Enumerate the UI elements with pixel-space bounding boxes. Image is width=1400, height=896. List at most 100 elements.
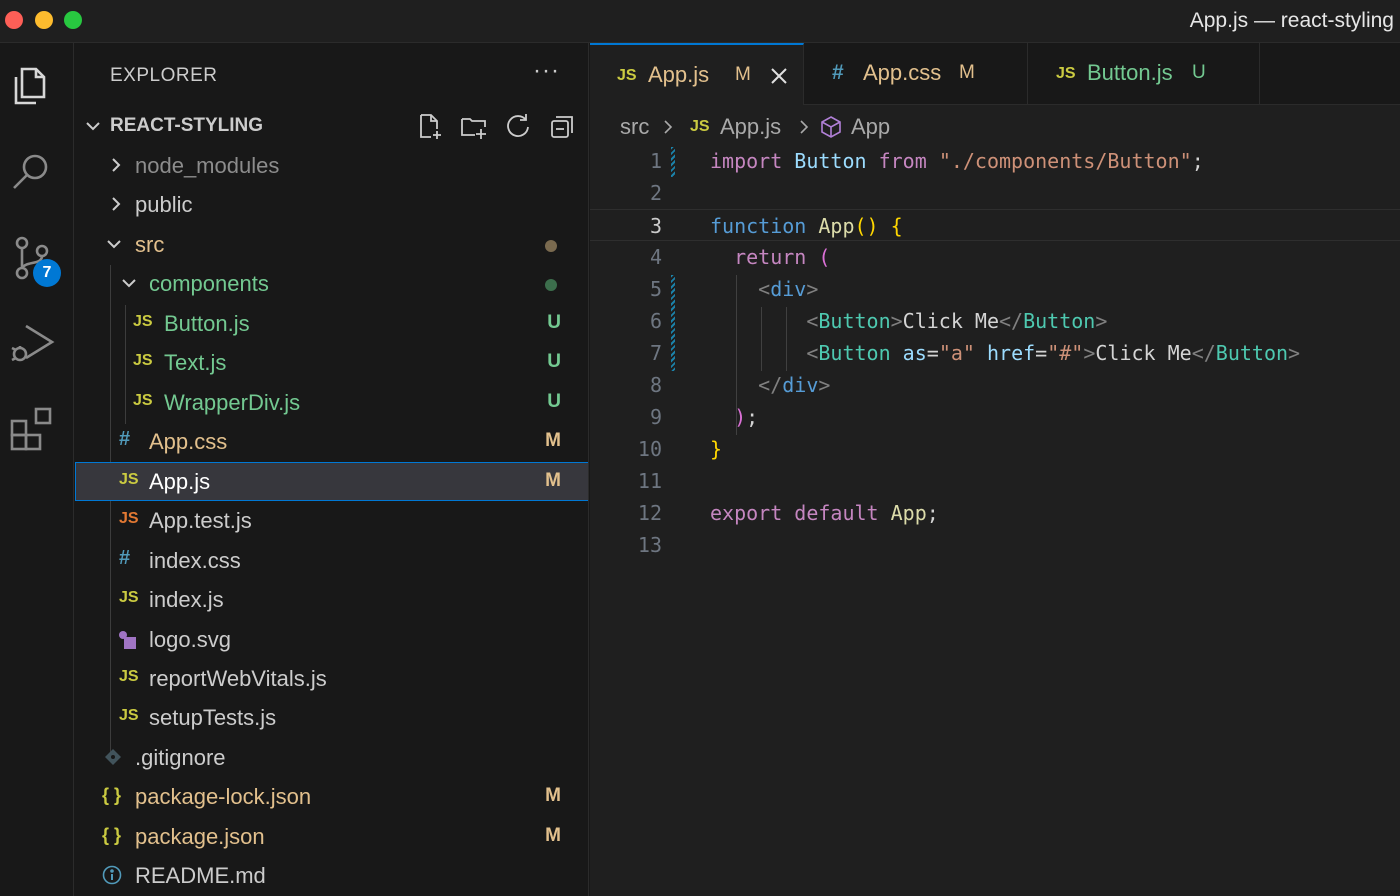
tree-item-button-js[interactable]: JS Button.js U — [75, 304, 588, 343]
git-status: M — [545, 430, 561, 451]
maximize-window-button[interactable] — [64, 11, 82, 29]
close-window-button[interactable] — [5, 11, 23, 29]
more-actions-button[interactable]: ··· — [533, 57, 560, 85]
line-number: 10 — [637, 437, 662, 461]
code-line: 13 — [590, 529, 1400, 561]
run-debug-icon[interactable] — [8, 318, 56, 366]
js-file-icon: JS — [1056, 65, 1076, 82]
css-file-icon: # — [832, 61, 844, 84]
tree-item-label: index.js — [149, 587, 224, 612]
chevron-down-icon — [121, 275, 137, 291]
line-number: 9 — [649, 405, 662, 429]
line-number: 12 — [637, 501, 662, 525]
tree-item-package-lock-json[interactable]: { } package-lock.json M — [75, 777, 588, 816]
files-icon[interactable] — [8, 61, 56, 109]
tree-item-label: components — [149, 271, 269, 296]
search-icon[interactable] — [8, 148, 56, 196]
tab-button-js[interactable]: JS Button.js U — [1028, 43, 1260, 105]
js-file-icon: JS — [617, 67, 637, 84]
code-line: 5 <div> — [590, 273, 1400, 305]
tree-item-gitignore[interactable]: .gitignore — [75, 738, 588, 777]
tab-app-css[interactable]: # App.css M — [804, 43, 1028, 105]
untracked-dot — [545, 279, 557, 291]
breadcrumb-file[interactable]: App.js — [720, 114, 781, 140]
minimize-window-button[interactable] — [35, 11, 53, 29]
breadcrumb-folder[interactable]: src — [620, 114, 649, 140]
editor-area: JS App.js M # App.css M JS Button.js U s… — [590, 43, 1400, 896]
code-line: 10 } — [590, 433, 1400, 465]
code-line: 4 return ( — [590, 241, 1400, 273]
modified-dot — [545, 240, 557, 252]
tree-item-label: Button.js — [164, 311, 250, 336]
js-file-icon: JS — [133, 313, 153, 330]
tree-item-app-js[interactable]: JS App.js M — [75, 462, 588, 501]
refresh-icon[interactable] — [503, 111, 533, 141]
new-file-icon[interactable] — [415, 111, 445, 141]
tree-item-package-json[interactable]: { } package.json M — [75, 817, 588, 856]
tree-item-app-test-js[interactable]: JS App.test.js — [75, 501, 588, 540]
git-status: M — [545, 785, 561, 806]
tree-item-public[interactable]: public — [75, 185, 588, 224]
symbol-method-icon — [819, 115, 843, 139]
tree-item-index-css[interactable]: # index.css — [75, 541, 588, 580]
line-number: 3 — [649, 214, 662, 238]
js-file-icon: JS — [119, 589, 139, 606]
js-file-icon: JS — [690, 118, 710, 135]
line-number: 2 — [649, 181, 662, 205]
tree-item-label: Text.js — [164, 350, 227, 375]
close-icon[interactable] — [768, 65, 790, 87]
tree-item-label: App.test.js — [149, 508, 252, 533]
git-status: U — [547, 312, 561, 333]
collapse-all-icon[interactable] — [547, 111, 577, 141]
tree-item-label: logo.svg — [149, 627, 231, 652]
tree-item-index-js[interactable]: JS index.js — [75, 580, 588, 619]
tree-item-label: App.css — [149, 429, 228, 454]
tree-item-label: reportWebVitals.js — [149, 666, 327, 691]
chevron-down-icon — [106, 236, 122, 252]
code-line: 2 — [590, 177, 1400, 209]
workspace-section-header[interactable]: REACT-STYLING — [75, 107, 588, 145]
tab-status: M — [735, 64, 751, 85]
breadcrumb-symbol[interactable]: App — [851, 114, 890, 140]
tree-item-node-modules[interactable]: node_modules — [75, 146, 588, 185]
line-number: 5 — [649, 277, 662, 301]
line-number: 1 — [649, 149, 662, 173]
tree-item-reportwebvitals-js[interactable]: JS reportWebVitals.js — [75, 659, 588, 698]
tree-item-label: node_modules — [135, 153, 280, 178]
git-status: M — [545, 470, 561, 491]
tree-item-setuptests-js[interactable]: JS setupTests.js — [75, 698, 588, 737]
git-status: M — [545, 825, 561, 846]
tab-label: App.js — [648, 62, 710, 87]
chevron-right-icon — [798, 120, 810, 134]
line-number: 11 — [637, 469, 662, 493]
new-folder-icon[interactable] — [459, 111, 489, 141]
git-file-icon — [104, 748, 122, 766]
tree-item-label: README.md — [135, 863, 266, 888]
tree-item-readme-md[interactable]: README.md — [75, 856, 588, 895]
git-status: U — [547, 391, 561, 412]
tree-item-components[interactable]: components — [75, 264, 588, 303]
info-icon — [102, 865, 122, 885]
tree-item-text-js[interactable]: JS Text.js U — [75, 343, 588, 382]
js-file-icon: JS — [119, 668, 139, 685]
json-file-icon: { } — [102, 825, 122, 845]
chevron-down-icon — [84, 117, 102, 135]
extensions-icon[interactable] — [8, 405, 56, 453]
tree-item-wrapperdiv-js[interactable]: JS WrapperDiv.js U — [75, 383, 588, 422]
tree-item-label: package.json — [135, 824, 265, 849]
tab-status: M — [959, 62, 975, 83]
css-file-icon: # — [119, 547, 131, 569]
js-file-icon: JS — [119, 471, 139, 488]
js-file-icon: JS — [119, 707, 139, 724]
tree-item-app-css[interactable]: # App.css M — [75, 422, 588, 461]
tree-item-label: .gitignore — [135, 745, 226, 770]
tab-label: App.css — [863, 60, 942, 85]
tree-item-src[interactable]: src — [75, 225, 588, 264]
line-number: 7 — [649, 341, 662, 365]
tree-item-label: package-lock.json — [135, 784, 312, 809]
workspace-title: REACT-STYLING — [110, 115, 264, 136]
chevron-right-icon — [108, 196, 124, 212]
tree-item-logo-svg[interactable]: logo.svg — [75, 620, 588, 659]
line-number: 4 — [649, 245, 662, 269]
tab-app-js[interactable]: JS App.js M — [590, 43, 804, 105]
